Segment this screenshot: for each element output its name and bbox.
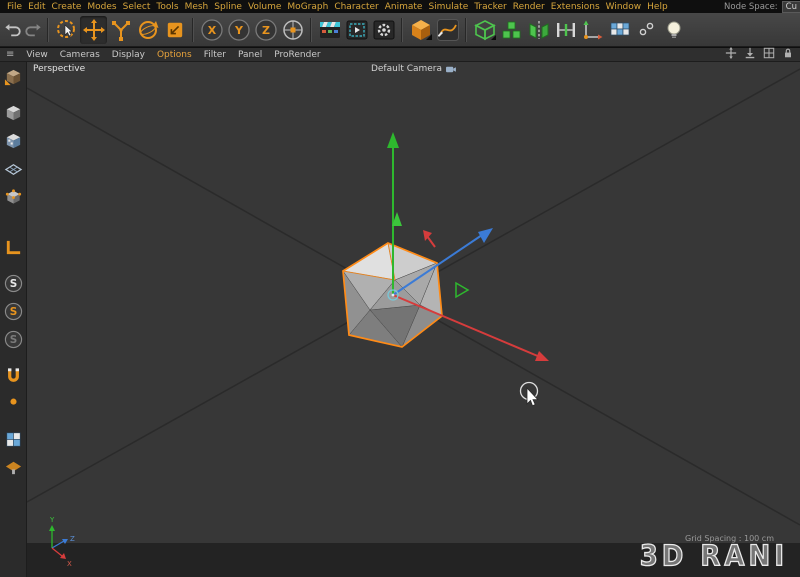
menu-item-spline[interactable]: Spline	[211, 2, 245, 12]
dock-icon[interactable]	[744, 47, 756, 62]
menu-item-character[interactable]: Character	[331, 2, 381, 12]
lock-x-axis-icon[interactable]: X	[198, 16, 225, 44]
align-icon[interactable]	[552, 16, 579, 44]
menu-item-volume[interactable]: Volume	[245, 2, 284, 12]
render-region-icon[interactable]	[343, 16, 370, 44]
menu-item-simulate[interactable]: Simulate	[425, 2, 471, 12]
camera-icon	[445, 65, 456, 74]
toolbar-separator	[310, 18, 312, 42]
toolbar-separator	[401, 18, 403, 42]
vmenu-item-prorender[interactable]: ProRender	[268, 50, 326, 60]
menu-item-window[interactable]: Window	[603, 2, 645, 12]
make-editable-icon[interactable]	[2, 66, 25, 89]
cloner-icon[interactable]	[498, 16, 525, 44]
menu-item-modes[interactable]: Modes	[84, 2, 119, 12]
menu-item-create[interactable]: Create	[49, 2, 85, 12]
toolbar-separator	[192, 18, 194, 42]
quantize-icon[interactable]	[2, 428, 25, 451]
workplane-mode-icon[interactable]	[2, 158, 25, 181]
add-cube-icon[interactable]	[407, 16, 434, 44]
redo-icon[interactable]	[23, 16, 43, 44]
snap-modes-icon[interactable]	[2, 392, 25, 415]
svg-text:S: S	[9, 334, 17, 346]
watermark: 3D RANI	[640, 541, 788, 573]
vmenu-item-display[interactable]: Display	[106, 50, 151, 60]
camera-label: Default Camera	[371, 64, 456, 74]
layout-cells-icon[interactable]	[763, 47, 775, 62]
toolbar-separator	[47, 18, 49, 42]
node-space-select[interactable]: Cu	[782, 1, 800, 13]
model-mode-icon[interactable]	[2, 102, 25, 125]
render-settings-icon[interactable]	[370, 16, 397, 44]
vmenu-item-view[interactable]: View	[20, 50, 53, 60]
axis-label-x: X	[67, 560, 72, 568]
vmenu-item-filter[interactable]: Filter	[198, 50, 232, 60]
viewport-menubar: ≡ View Cameras Display Options Filter Pa…	[0, 48, 800, 62]
toolbar-separator	[465, 18, 467, 42]
viewport-menu-icon[interactable]: ≡	[0, 49, 20, 60]
camera-label-text: Default Camera	[371, 64, 442, 74]
last-tool-icon[interactable]	[161, 16, 188, 44]
menu-item-render[interactable]: Render	[510, 2, 548, 12]
axis-label-z: Z	[70, 535, 75, 543]
volume-grid-icon[interactable]	[606, 16, 633, 44]
viewport-canvas[interactable]: Y Z X	[27, 62, 800, 577]
points-mode-icon[interactable]	[2, 186, 25, 209]
particles-icon[interactable]	[633, 16, 660, 44]
axis-modify-icon[interactable]	[579, 16, 606, 44]
solo-hierarchy-icon[interactable]: S	[2, 328, 25, 351]
application-window: File Edit Create Modes Select Tools Mesh…	[0, 0, 800, 577]
undo-icon[interactable]	[3, 16, 23, 44]
menu-item-help[interactable]: Help	[644, 2, 671, 12]
move-tool-icon[interactable]	[80, 16, 107, 44]
lock-y-axis-icon[interactable]: Y	[225, 16, 252, 44]
vmenu-item-options[interactable]: Options	[151, 50, 198, 60]
workplane-snap-icon[interactable]	[2, 456, 25, 479]
live-selection-icon[interactable]	[53, 16, 80, 44]
lock-view-icon[interactable]	[782, 47, 794, 62]
menu-item-edit[interactable]: Edit	[25, 2, 48, 12]
svg-text:X: X	[207, 24, 216, 37]
texture-mode-icon[interactable]	[2, 130, 25, 153]
subdivision-surface-icon[interactable]	[471, 16, 498, 44]
render-view-icon[interactable]	[316, 16, 343, 44]
svg-text:S: S	[9, 306, 17, 318]
solo-single-icon[interactable]: S	[2, 300, 25, 323]
menu-item-mesh[interactable]: Mesh	[182, 2, 212, 12]
light-icon[interactable]	[660, 16, 687, 44]
menu-item-tools[interactable]: Tools	[153, 2, 181, 12]
menu-item-mograph[interactable]: MoGraph	[284, 2, 331, 12]
mode-sidebar: S S S	[0, 62, 27, 577]
menu-item-extensions[interactable]: Extensions	[548, 2, 603, 12]
solo-off-icon[interactable]: S	[2, 272, 25, 295]
vmenu-item-cameras[interactable]: Cameras	[54, 50, 106, 60]
menu-item-tracker[interactable]: Tracker	[471, 2, 509, 12]
rotate-tool-icon[interactable]	[134, 16, 161, 44]
menu-item-select[interactable]: Select	[120, 2, 154, 12]
node-space-label: Node Space:	[724, 2, 778, 12]
viewport-panel: Perspective Default Camera	[27, 62, 800, 577]
vmenu-item-panel[interactable]: Panel	[232, 50, 268, 60]
svg-text:Z: Z	[262, 24, 270, 37]
view-mode-label: Perspective	[33, 64, 85, 74]
axis-label-y: Y	[49, 516, 55, 524]
pen-spline-icon[interactable]	[434, 16, 461, 44]
main-toolbar: X Y Z	[0, 13, 800, 47]
main-menubar: File Edit Create Modes Select Tools Mesh…	[0, 0, 800, 13]
svg-text:Y: Y	[234, 24, 244, 37]
lock-z-axis-icon[interactable]: Z	[252, 16, 279, 44]
scale-tool-icon[interactable]	[107, 16, 134, 44]
pan-view-icon[interactable]	[725, 47, 737, 62]
coordinate-system-icon[interactable]	[279, 16, 306, 44]
menu-item-file[interactable]: File	[4, 2, 25, 12]
edges-mode-icon[interactable]	[2, 236, 25, 259]
enable-snap-icon[interactable]	[2, 364, 25, 387]
symmetry-icon[interactable]	[525, 16, 552, 44]
menu-item-animate[interactable]: Animate	[382, 2, 426, 12]
svg-text:S: S	[9, 278, 17, 290]
